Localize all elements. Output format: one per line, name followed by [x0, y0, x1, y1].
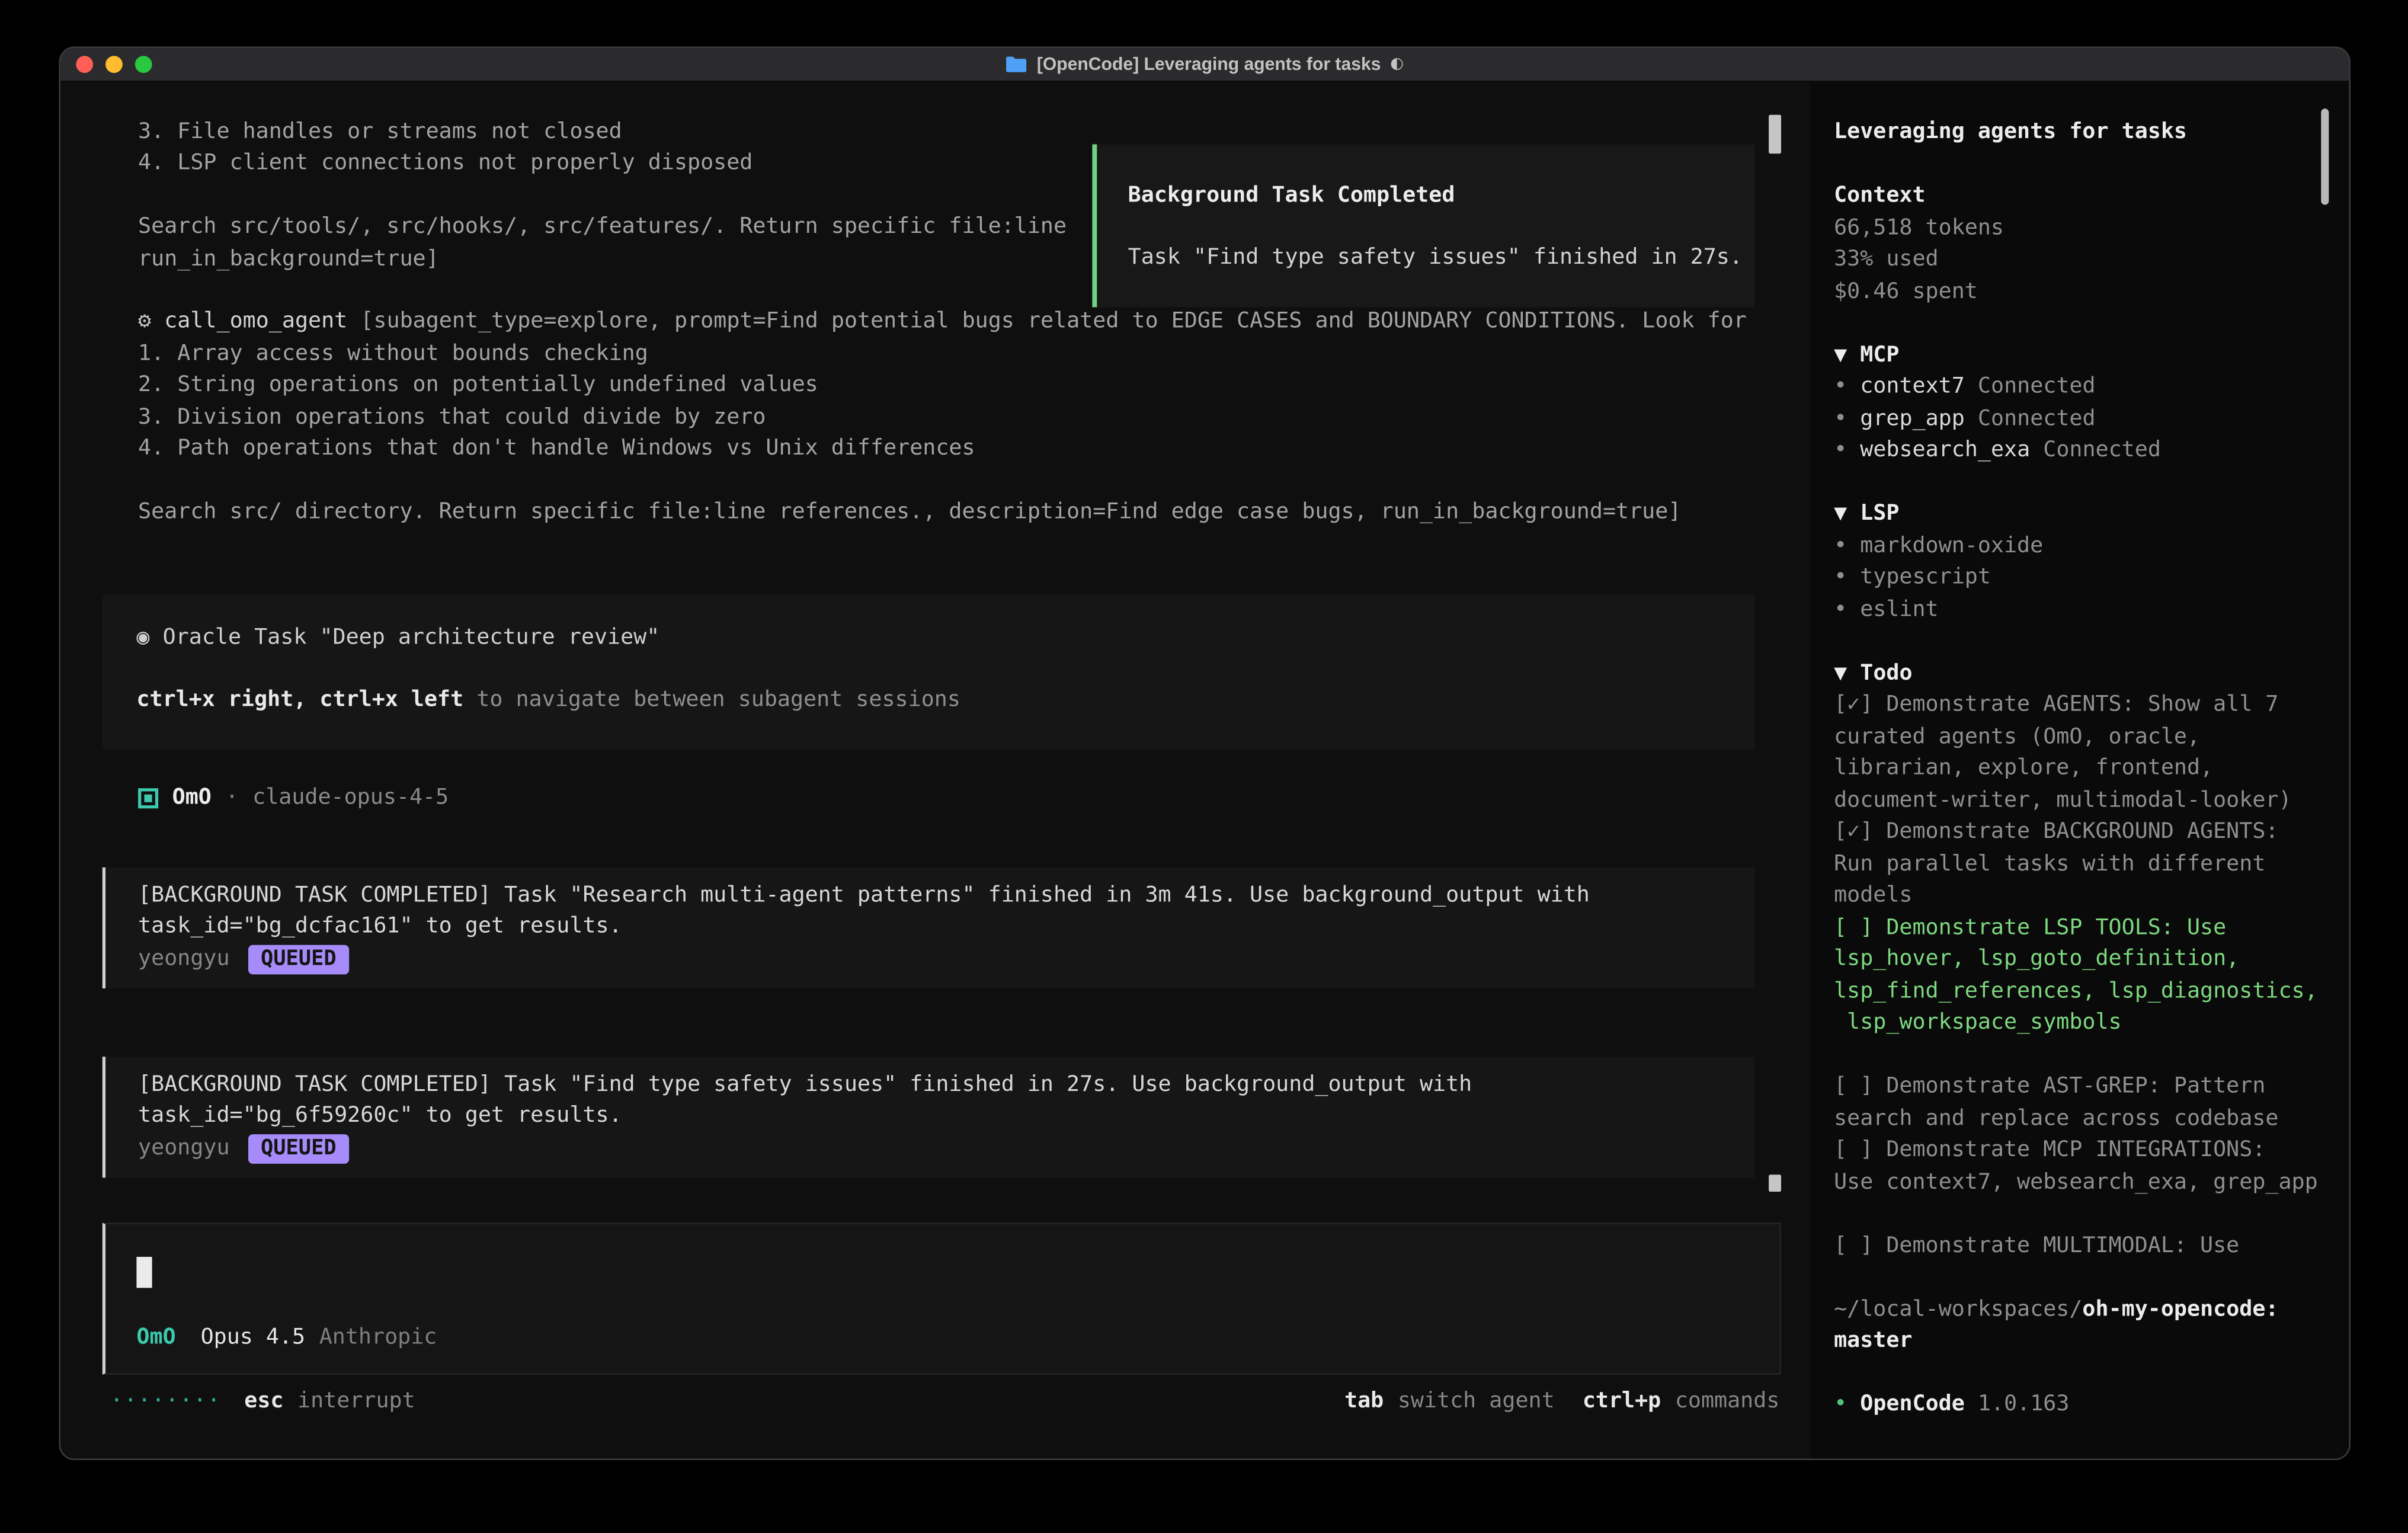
version-line: • OpenCode 1.0.163	[1834, 1389, 2324, 1421]
workspace-path: ~/local-workspaces/oh-my-opencode:	[1834, 1294, 2324, 1326]
prompt-input[interactable]: OmO Opus 4.5 Anthropic	[103, 1222, 1781, 1375]
context-spent: $0.46 spent	[1834, 276, 2324, 308]
workspace-branch: master	[1834, 1325, 2324, 1357]
mcp-section-header[interactable]: ▼ MCP	[1834, 339, 2324, 371]
oracle-icon: ◉	[136, 625, 149, 650]
queued-badge: QUEUED	[248, 1134, 349, 1163]
tool-call-args: [subagent_type=explore, prompt=Find pote…	[360, 309, 1747, 334]
oracle-task-title: Oracle Task "Deep architecture review"	[163, 625, 660, 650]
ctrlp-key-label: commands	[1675, 1385, 1780, 1417]
shortcut-description: to navigate between subagent sessions	[476, 688, 960, 713]
mcp-item: • context7 Connected	[1834, 371, 2324, 403]
active-model-label: Opus 4.5	[201, 1322, 306, 1353]
mcp-heading: MCP	[1860, 342, 1899, 367]
background-task-message-1: [BACKGROUND TASK COMPLETED] Task "Resear…	[103, 868, 1755, 989]
background-task-message-2: [BACKGROUND TASK COMPLETED] Task "Find t…	[103, 1057, 1755, 1178]
mcp-server-name: grep_app	[1860, 406, 1965, 431]
spinner-dots-icon: ········	[110, 1385, 221, 1417]
todo-item-done: [✓] Demonstrate AGENTS: Show all 7 curat…	[1834, 689, 2324, 817]
agent-name: OmO	[172, 782, 212, 813]
shortcut-keys: ctrl+x right, ctrl+x left	[136, 688, 463, 713]
prompt-footer: OmO Opus 4.5 Anthropic	[136, 1322, 437, 1353]
mcp-item: • grep_app Connected	[1834, 403, 2324, 435]
bullet-icon: •	[1834, 406, 1847, 431]
app-name: OpenCode	[1860, 1392, 1965, 1417]
queued-badge: QUEUED	[248, 944, 349, 974]
terminal-output-block-1: 3. File handles or streams not closed 4.…	[138, 116, 1067, 274]
message-author: yeongyu	[138, 943, 230, 975]
message-body: [BACKGROUND TASK COMPLETED] Task "Resear…	[138, 880, 1730, 943]
oracle-task-card: ◉ Oracle Task "Deep architecture review"…	[103, 594, 1755, 750]
tool-call-line: ⚙ call_omo_agent [subagent_type=explore,…	[138, 306, 1747, 337]
collapse-triangle-icon: ▼	[1834, 501, 1847, 526]
oracle-task-title-line: ◉ Oracle Task "Deep architecture review"	[136, 622, 1754, 654]
statusbar-left: ········ esc interrupt	[110, 1385, 415, 1417]
ctrlp-key-hint: ctrl+p	[1583, 1385, 1661, 1417]
todo-item-pending: [ ] Demonstrate MCP INTEGRATIONS: Use co…	[1834, 1134, 2324, 1198]
window-title-group: [OpenCode] Leveraging agents for tasks ◐	[60, 48, 2349, 81]
sidebar-scrollbar-thumb[interactable]	[2321, 108, 2329, 204]
terminal-pane: 3. File handles or streams not closed 4.…	[60, 82, 1811, 1460]
bullet-icon: •	[1834, 374, 1847, 399]
message-author: yeongyu	[138, 1132, 230, 1164]
collapse-triangle-icon: ▼	[1834, 342, 1847, 367]
mcp-server-status: Connected	[2043, 437, 2161, 462]
message-meta: yeongyu QUEUED	[138, 1132, 1730, 1164]
workspace-path-prefix: ~/local-workspaces/	[1834, 1297, 2082, 1321]
main-scrollbar-thumb[interactable]	[1769, 115, 1781, 153]
omo-agent-icon	[138, 788, 158, 808]
esc-key-label: interrupt	[297, 1385, 415, 1417]
agent-separator: ·	[225, 782, 238, 813]
sidebar: Leveraging agents for tasks Context 66,5…	[1811, 82, 2349, 1460]
todo-item-done: [✓] Demonstrate BACKGROUND AGENTS: Run p…	[1834, 816, 2324, 911]
bullet-icon: •	[1834, 437, 1847, 462]
lsp-heading: LSP	[1860, 501, 1899, 526]
app-version: 1.0.163	[1978, 1392, 2070, 1417]
todo-item-active: [ ] Demonstrate LSP TOOLS: Use lsp_hover…	[1834, 911, 2324, 1039]
desktop: [OpenCode] Leveraging agents for tasks ◐…	[0, 0, 2408, 1533]
tool-call-name: call_omo_agent	[164, 309, 347, 334]
main-scrollbar-mark[interactable]	[1769, 1174, 1781, 1192]
notification-title: Background Task Completed	[1128, 180, 1755, 212]
tab-key-label: switch agent	[1398, 1385, 1555, 1417]
context-heading: Context	[1834, 180, 2324, 212]
window-titlebar[interactable]: [OpenCode] Leveraging agents for tasks ◐	[60, 48, 2349, 82]
active-provider-label: Anthropic	[319, 1322, 437, 1353]
bullet-icon: •	[1834, 1392, 1847, 1417]
message-meta: yeongyu QUEUED	[138, 943, 1730, 975]
statusbar-right: tab switch agent ctrl+p commands	[1344, 1385, 1779, 1417]
collapse-triangle-icon: ▼	[1834, 660, 1847, 685]
agent-model: claude-opus-4-5	[252, 782, 449, 813]
mcp-server-status: Connected	[1978, 406, 2096, 431]
text-cursor	[136, 1257, 152, 1288]
folder-icon	[1006, 56, 1027, 73]
gear-icon: ⚙	[138, 309, 151, 334]
notification-body: Task "Find type safety issues" finished …	[1128, 243, 1755, 274]
mcp-server-name: context7	[1860, 374, 1965, 399]
terminal-window: [OpenCode] Leveraging agents for tasks ◐…	[59, 47, 2351, 1460]
session-status-icon: ◐	[1390, 56, 1404, 73]
workspace-repo: oh-my-opencode:	[2082, 1297, 2278, 1321]
mcp-item: • websearch_exa Connected	[1834, 434, 2324, 466]
todo-heading: Todo	[1860, 660, 1912, 685]
window-title: [OpenCode] Leveraging agents for tasks	[1037, 55, 1381, 73]
todo-item-pending: [ ] Demonstrate AST-GREP: Pattern search…	[1834, 1071, 2324, 1134]
context-tokens: 66,518 tokens	[1834, 212, 2324, 244]
agent-header: OmO · claude-opus-4-5	[138, 780, 449, 815]
todo-item-pending: [ ] Demonstrate MULTIMODAL: Use	[1834, 1230, 2324, 1262]
oracle-shortcut-hint: ctrl+x right, ctrl+x left to navigate be…	[136, 685, 1754, 716]
message-body: [BACKGROUND TASK COMPLETED] Task "Find t…	[138, 1069, 1730, 1132]
todo-section-header[interactable]: ▼ Todo	[1834, 657, 2324, 689]
mcp-server-status: Connected	[1978, 374, 2096, 399]
esc-key-hint: esc	[244, 1385, 283, 1417]
context-used: 33% used	[1834, 244, 2324, 276]
tab-key-hint: tab	[1344, 1385, 1384, 1417]
session-title: Leveraging agents for tasks	[1834, 116, 2324, 148]
mcp-server-name: websearch_exa	[1860, 437, 2030, 462]
active-agent-label: OmO	[136, 1322, 175, 1353]
lsp-server-list: • markdown-oxide • typescript • eslint	[1834, 530, 2324, 625]
notification-toast: Background Task Completed Task "Find typ…	[1092, 145, 1754, 308]
terminal-output-block-2: 1. Array access without bounds checking …	[138, 338, 1681, 529]
lsp-section-header[interactable]: ▼ LSP	[1834, 498, 2324, 530]
